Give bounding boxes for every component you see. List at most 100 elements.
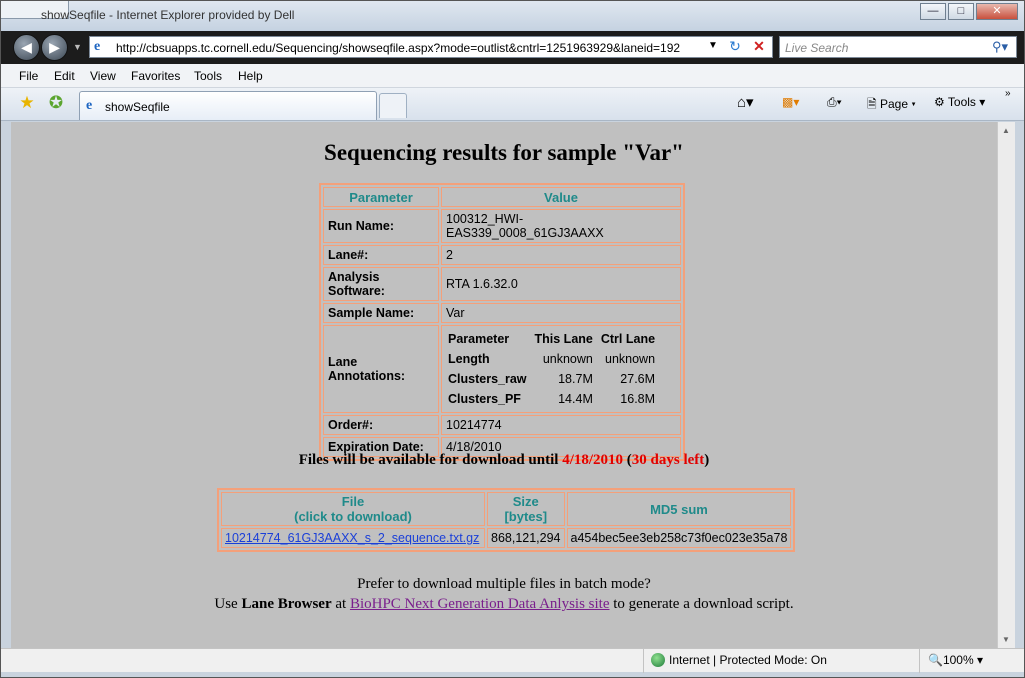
table-row: 10214774_61GJ3AAXX_s_2_sequence.txt.gz 8… [221, 528, 792, 548]
tab-label: showSeqfile [105, 100, 170, 114]
address-bar-area: ◀ ▶ ▼ e http://cbsuapps.tc.cornell.edu/S… [1, 31, 1024, 64]
file-header-line1: File [341, 494, 365, 509]
menu-file[interactable]: File [19, 69, 38, 83]
refresh-icon[interactable]: ↻ [726, 38, 744, 56]
home-icon[interactable]: ⌂▾ [737, 93, 754, 111]
info-key: Order#: [323, 415, 439, 435]
file-md5: a454bec5ee3eb258c73f0ec023e35a78 [566, 528, 792, 548]
batch-suffix: to generate a download script. [609, 596, 794, 612]
download-file-link[interactable]: 10214774_61GJ3AAXX_s_2_sequence.txt.gz [225, 531, 479, 545]
table-row: Run Name: 100312_HWI-EAS339_0008_61GJ3AAX… [323, 209, 681, 243]
tools-menu[interactable]: ⚙ Tools ▾ [934, 95, 985, 109]
lane-value: 27.6M [620, 372, 656, 386]
expiration-date: 4/18/2010 [562, 452, 624, 468]
files-table: File (click to download) Size [bytes] MD5 … [217, 488, 796, 552]
info-header-value: Value [441, 187, 681, 207]
lane-value: 14.4M [558, 392, 593, 406]
info-header-parameter: Parameter [323, 187, 439, 207]
table-row: Analysis Software: RTA 1.6.32.0 [323, 267, 681, 301]
lane-value: unknown [542, 352, 593, 366]
menu-edit[interactable]: Edit [54, 69, 75, 83]
page-icon: 🗎 [867, 97, 877, 111]
security-zone[interactable]: Internet | Protected Mode: On [651, 653, 827, 667]
availability-prefix: Files will be available for download unt… [298, 452, 563, 468]
forward-button[interactable]: ▶ [41, 34, 68, 61]
search-placeholder: Live Search [785, 41, 849, 55]
maximize-button[interactable]: □ [948, 3, 974, 20]
sample-info-table: Parameter Value Run Name: 100312_HWI-EAS3… [319, 183, 685, 461]
file-size: 868,121,294 [487, 528, 565, 548]
lane-browser-label: Lane Browser [241, 596, 332, 612]
info-value: 100312_HWI-EAS339_0008_61GJ3AAXX [441, 209, 681, 243]
file-header-line2: (click to download) [294, 509, 412, 524]
minimize-button[interactable]: — [920, 3, 946, 20]
url-text[interactable]: http://cbsuapps.tc.cornell.edu/Sequencin… [116, 41, 680, 55]
print-icon[interactable]: ⎙▾ [827, 95, 842, 110]
table-row: Lane#: 2 [323, 245, 681, 265]
status-bar: Internet | Protected Mode: On 🔍100% ▾ [1, 648, 1024, 673]
title-bar: showSeqfile - Internet Explorer provided… [1, 1, 1024, 31]
lane-header: Ctrl Lane [600, 332, 656, 346]
files-header-file: File (click to download) [221, 492, 485, 526]
page-title: Sequencing results for sample "Var" [324, 140, 684, 165]
lane-annotations-table: Parameter This Lane Ctrl Lane Length unk… [446, 328, 663, 410]
lane-header: This Lane [534, 332, 593, 346]
back-button[interactable]: ◀ [13, 34, 40, 61]
search-box[interactable]: Live Search ⚲▾ [779, 36, 1017, 58]
browser-window: showSeqfile - Internet Explorer provided… [0, 0, 1025, 678]
status-divider [643, 649, 644, 673]
lane-value: 16.8M [620, 392, 656, 406]
paren-close: ) [704, 452, 710, 468]
ie-page-icon: e [94, 39, 101, 54]
table-row: Lane Annotations: Parameter This Lane Ct… [323, 325, 681, 413]
menu-favorites[interactable]: Favorites [131, 69, 180, 83]
menu-help[interactable]: Help [238, 69, 263, 83]
availability-notice: Files will be available for download unt… [11, 452, 997, 469]
page-menu-label: Page [880, 97, 909, 111]
files-header-md5: MD5 sum [566, 492, 792, 526]
lane-header: Parameter [448, 332, 510, 346]
batch-download-notice: Prefer to download multiple files in bat… [11, 574, 997, 614]
lane-value: unknown [605, 352, 656, 366]
info-value: RTA 1.6.32.0 [441, 267, 681, 301]
address-dropdown-icon[interactable]: ▼ [708, 40, 718, 51]
table-row: Order#: 10214774 [323, 415, 681, 435]
lane-param: Clusters_PF [448, 392, 521, 406]
address-field[interactable]: e http://cbsuapps.tc.cornell.edu/Sequenc… [89, 36, 773, 58]
stop-icon[interactable]: ✕ [750, 38, 768, 56]
chevron-more-icon[interactable]: » [1005, 88, 1011, 99]
menu-tools[interactable]: Tools [194, 69, 222, 83]
biohpc-site-link[interactable]: BioHPC Next Generation Data Anlysis site [350, 596, 610, 612]
page-content: Sequencing results for sample "Var" Para… [11, 122, 997, 648]
vertical-scrollbar[interactable]: ▲ ▼ [997, 122, 1015, 648]
new-tab-button[interactable] [379, 93, 407, 118]
info-value: 10214774 [441, 415, 681, 435]
add-favorite-icon[interactable]: ✪ [46, 93, 66, 113]
zoom-icon: 🔍 [928, 653, 943, 667]
menu-view[interactable]: View [90, 69, 116, 83]
ie-page-icon: e [86, 98, 93, 113]
feeds-icon[interactable]: ▩▾ [782, 95, 799, 109]
info-key: Lane#: [323, 245, 439, 265]
info-value: 2 [441, 245, 681, 265]
info-value: Var [441, 303, 681, 323]
size-header-line2: [bytes] [504, 509, 548, 524]
recent-pages-dropdown-icon[interactable]: ▼ [73, 42, 82, 52]
zoom-control[interactable]: 🔍100% ▾ [928, 653, 983, 667]
close-button[interactable]: ✕ [976, 3, 1018, 20]
info-key: Lane Annotations: [323, 325, 439, 413]
menu-bar: File Edit View Favorites Tools Help [1, 64, 1024, 88]
lane-annotations-cell: Parameter This Lane Ctrl Lane Length unk… [441, 325, 681, 413]
info-key: Analysis Software: [323, 267, 439, 301]
zoom-level: 100% [942, 653, 974, 667]
tab-showseqfile[interactable]: e showSeqfile [79, 91, 377, 120]
page-menu[interactable]: 🗎 Page ▾ [867, 95, 916, 116]
batch-line1: Prefer to download multiple files in bat… [357, 576, 651, 592]
search-icon[interactable]: ⚲▾ [992, 39, 1008, 55]
batch-use: Use [214, 596, 242, 612]
scroll-down-icon[interactable]: ▼ [1002, 635, 1010, 644]
favorites-star-icon[interactable]: ★ [17, 93, 37, 113]
scroll-up-icon[interactable]: ▲ [1002, 126, 1010, 135]
tab-bar: ★ ✪ e showSeqfile ⌂▾ ▩▾ ⎙▾ 🗎 Page ▾ ⚙ To… [1, 88, 1024, 121]
table-row: Sample Name: Var [323, 303, 681, 323]
